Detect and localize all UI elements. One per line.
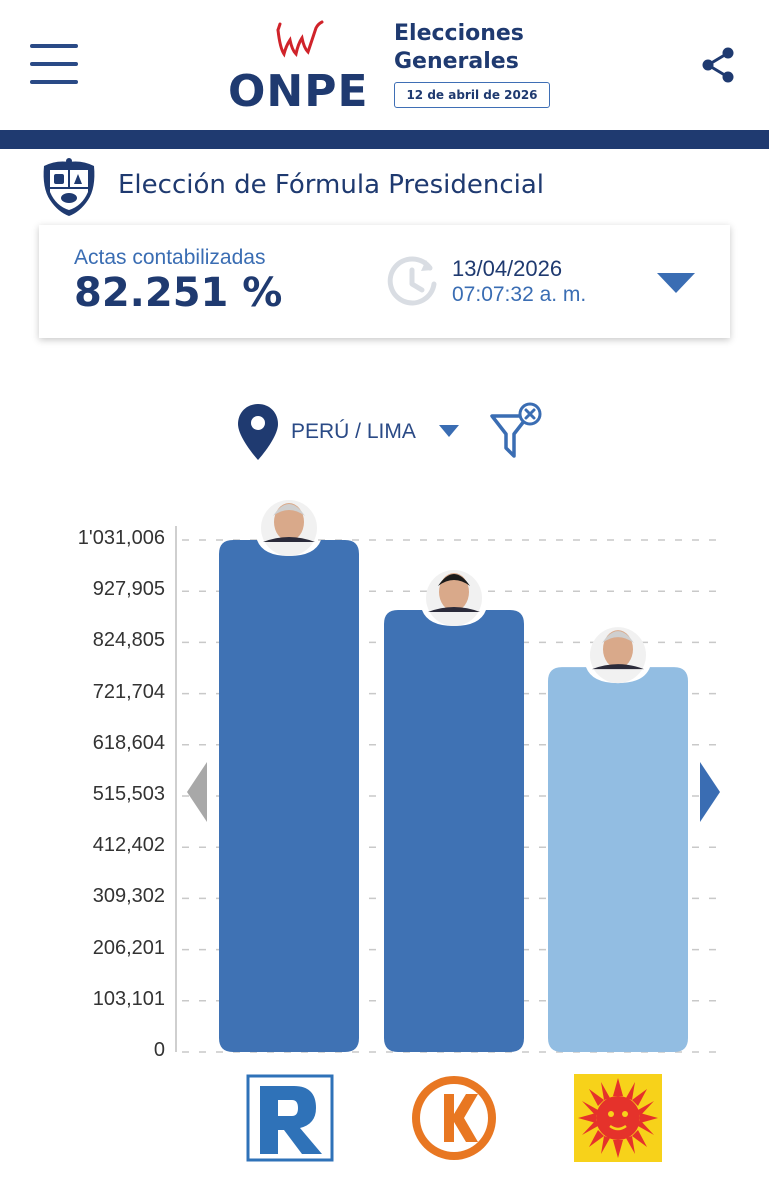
candidate-photo-3[interactable] (590, 627, 646, 684)
candidate-photo-1[interactable] (261, 500, 317, 556)
bar-candidate-2 (384, 610, 524, 1052)
fuerza-popular-logo-mark (412, 1076, 496, 1160)
bar-candidate-3 (548, 667, 688, 1052)
candidate-photo-2[interactable] (426, 570, 482, 627)
partido-sun-logo[interactable] (574, 1074, 662, 1162)
vote-bar-chart (175, 500, 720, 1053)
fuerza-popular-logo[interactable] (410, 1074, 498, 1162)
bar-candidate-1 (219, 540, 359, 1052)
partido-sun-logo-mark (574, 1074, 662, 1162)
renovacion-popular-logo-mark (246, 1074, 334, 1162)
renovacion-popular-logo[interactable] (246, 1074, 334, 1162)
chevron-right-icon[interactable] (698, 760, 722, 824)
chevron-left-icon[interactable] (185, 760, 209, 824)
